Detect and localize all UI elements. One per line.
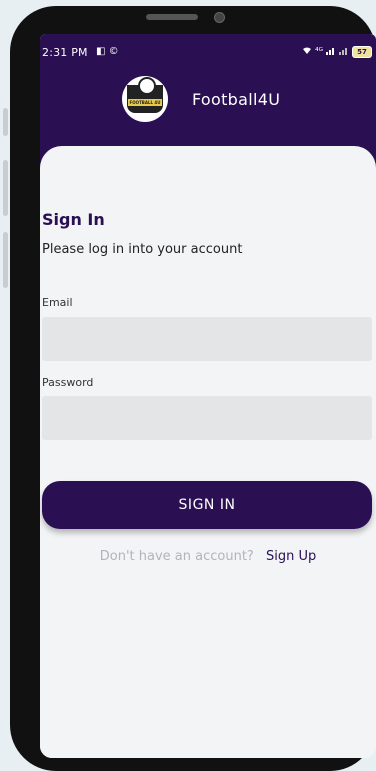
phone-frame: 2:31 PM ◧ © ⁴ᴳ 57 FOOTBALL 4U Football4U… bbox=[10, 6, 376, 771]
speaker-grille bbox=[146, 14, 198, 20]
app-screen: 2:31 PM ◧ © ⁴ᴳ 57 FOOTBALL 4U Football4U… bbox=[40, 34, 376, 758]
password-label: Password bbox=[42, 376, 94, 389]
app-name: Football4U bbox=[192, 90, 281, 109]
phone-volume-up-button bbox=[3, 160, 8, 216]
logo-text: FOOTBALL 4U bbox=[127, 98, 163, 106]
email-label: Email bbox=[42, 296, 73, 309]
signup-row: Don't have an account? Sign Up bbox=[40, 549, 376, 564]
email-field[interactable] bbox=[42, 317, 372, 361]
football-icon bbox=[138, 77, 156, 95]
app-logo: FOOTBALL 4U bbox=[122, 76, 168, 122]
phone-volume-down-button bbox=[3, 232, 8, 288]
wifi-icon bbox=[302, 46, 312, 58]
sign-in-card: Sign In Please log in into your account … bbox=[40, 146, 376, 758]
signal-icon bbox=[326, 46, 336, 58]
phone-notch bbox=[82, 6, 272, 32]
sign-up-link[interactable]: Sign Up bbox=[266, 549, 316, 564]
phone-side-button bbox=[3, 108, 8, 136]
signal-icon-secondary bbox=[339, 46, 349, 58]
network-type-icon: ⁴ᴳ bbox=[315, 47, 323, 57]
signup-prompt: Don't have an account? bbox=[99, 549, 254, 564]
page-title: Sign In bbox=[42, 210, 105, 229]
page-subtitle: Please log in into your account bbox=[42, 242, 243, 257]
front-camera bbox=[214, 12, 225, 23]
password-field[interactable] bbox=[42, 396, 372, 440]
status-time: 2:31 PM bbox=[42, 46, 88, 59]
shield-icon: FOOTBALL 4U bbox=[127, 77, 163, 113]
notification-icons: ◧ © bbox=[96, 46, 119, 57]
sign-in-button[interactable]: SIGN IN bbox=[42, 481, 372, 529]
status-icons: ⁴ᴳ 57 bbox=[302, 46, 372, 58]
status-bar: 2:31 PM ◧ © ⁴ᴳ 57 bbox=[40, 44, 376, 62]
battery-icon: 57 bbox=[352, 46, 372, 58]
